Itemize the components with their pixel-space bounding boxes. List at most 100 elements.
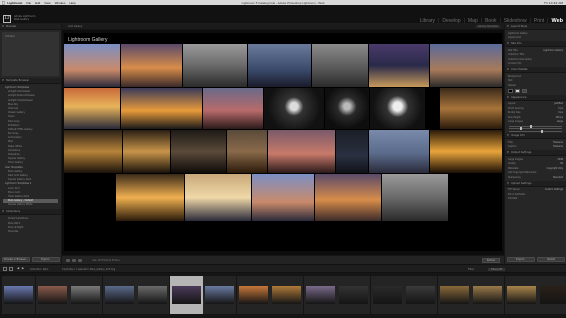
filmstrip-thumbnail[interactable] — [205, 286, 234, 304]
gallery-photo[interactable] — [252, 174, 314, 221]
filmstrip-cell[interactable] — [538, 276, 566, 314]
filmstrip-thumbnail[interactable] — [4, 286, 33, 304]
filmstrip-cell[interactable] — [270, 276, 303, 314]
menu-view[interactable]: View — [44, 1, 50, 5]
gallery-photo[interactable] — [325, 88, 369, 129]
setting-value[interactable]: Copyright Only — [547, 167, 563, 170]
filmstrip-thumbnail[interactable] — [37, 286, 67, 304]
color-swatch[interactable] — [515, 88, 520, 93]
right-section-header[interactable]: ▼ Image Info — [505, 133, 566, 139]
menu-edit[interactable]: Edit — [35, 1, 40, 5]
filmstrip-thumbnail[interactable] — [305, 286, 335, 304]
setting-slider[interactable] — [509, 124, 562, 128]
gallery-photo[interactable] — [370, 88, 425, 129]
setting-row[interactable]: Square Grid — [505, 36, 566, 41]
use-photos-label[interactable]: Use: All Filmstrip Photos — [92, 259, 120, 262]
filmstrip-thumbnail[interactable] — [71, 286, 100, 304]
setting-slider[interactable] — [509, 129, 562, 133]
identity-plate[interactable]: Adobe Lightroom Web Gallery — [14, 15, 35, 21]
menu-window[interactable]: Window — [55, 1, 66, 5]
filmstrip-cell[interactable] — [303, 276, 337, 314]
setting-value[interactable]: Custom Settings — [545, 188, 563, 191]
right-section-header[interactable]: ▼ Layout Style — [505, 24, 566, 30]
forward-arrow-icon[interactable]: ▶ — [21, 267, 25, 271]
setting-value[interactable]: 5 px — [558, 107, 563, 110]
template-item[interactable]: Square Gallery White — [3, 203, 58, 207]
preview-panel-header[interactable]: ▼ Preview — [0, 24, 61, 30]
export-left-button[interactable]: Export... — [32, 257, 60, 262]
setting-row[interactable]: Large Images Large — [505, 120, 566, 125]
right-section-header[interactable]: ▼ Appearance — [505, 94, 566, 101]
gallery-photo[interactable] — [64, 130, 122, 173]
gallery-photo[interactable] — [185, 174, 251, 221]
filmstrip-thumbnail[interactable] — [473, 286, 502, 304]
filmstrip-cell[interactable] — [169, 276, 203, 314]
right-section-header[interactable]: ▼ Color Palette — [505, 67, 566, 73]
filmstrip-cell[interactable] — [35, 276, 69, 314]
filter-dropdown[interactable]: Filters Off — [488, 267, 506, 271]
gallery-photo[interactable] — [430, 130, 502, 173]
gallery-photo[interactable] — [336, 130, 368, 173]
menu-file[interactable]: File — [26, 1, 31, 5]
filmstrip-thumbnail[interactable] — [372, 286, 402, 304]
filmstrip-cell[interactable] — [504, 276, 538, 314]
filmstrip-cell[interactable] — [102, 276, 136, 314]
collection-item[interactable]: Favorites — [3, 230, 58, 234]
setting-row[interactable]: Contact Info — [505, 62, 566, 67]
color-swatch[interactable] — [508, 88, 513, 93]
setting-value[interactable]: 150 px — [555, 116, 563, 119]
setting-row[interactable]: Caption Filename — [505, 145, 566, 150]
filmstrip-cell[interactable] — [236, 276, 270, 314]
upload-button[interactable]: Upload — [537, 257, 565, 262]
gallery-photo[interactable] — [171, 130, 226, 173]
filmstrip-thumbnail[interactable] — [104, 286, 134, 304]
setting-value[interactable]: Justified — [554, 102, 563, 105]
setting-value[interactable]: 90 — [560, 162, 563, 165]
export-button[interactable]: Export... — [507, 257, 535, 262]
filmstrip-thumbnail[interactable] — [439, 286, 469, 304]
center-header-right[interactable]: Gallery Template — [475, 25, 500, 28]
next-icon[interactable] — [78, 259, 82, 262]
color-swatch[interactable] — [522, 88, 527, 93]
gallery-photo[interactable] — [203, 88, 263, 129]
filmstrip-thumbnail[interactable] — [272, 286, 301, 304]
filmstrip-cell[interactable] — [437, 276, 471, 314]
filmstrip-cell[interactable] — [370, 276, 404, 314]
gallery-photo[interactable] — [123, 130, 170, 173]
filmstrip-thumbnail[interactable] — [138, 286, 167, 304]
gallery-photo[interactable] — [312, 44, 368, 87]
gallery-photo[interactable] — [264, 88, 324, 129]
previous-icon[interactable] — [72, 259, 76, 262]
slider-knob[interactable] — [540, 129, 543, 133]
gallery-photo[interactable] — [268, 130, 335, 173]
setting-value[interactable]: Filename — [553, 145, 563, 148]
filmstrip-thumbnail[interactable] — [540, 286, 566, 304]
gallery-photo[interactable] — [116, 174, 184, 221]
filmstrip-thumbnail[interactable] — [406, 286, 435, 304]
setting-slider[interactable] — [509, 127, 562, 130]
setting-value[interactable]: 0 px — [558, 111, 563, 114]
gallery-photo[interactable] — [64, 44, 120, 87]
refresh-button[interactable]: Refresh — [482, 258, 500, 263]
gallery-photo[interactable] — [382, 174, 448, 221]
back-arrow-icon[interactable]: ◀ — [16, 267, 20, 271]
setting-value[interactable]: Standard — [553, 176, 563, 179]
gallery-photo[interactable] — [248, 44, 311, 87]
gallery-title[interactable]: Lightroom Gallery — [68, 37, 107, 43]
setting-value[interactable]: Lightroom Gallery — [543, 49, 563, 52]
filmstrip-cell[interactable] — [471, 276, 504, 314]
first-page-icon[interactable] — [66, 259, 70, 262]
right-section-header[interactable]: ▼ Output Settings — [505, 150, 566, 156]
gallery-photo[interactable] — [430, 44, 502, 87]
gallery-photo[interactable] — [440, 88, 502, 129]
menu-help[interactable]: Help — [69, 1, 75, 5]
filmstrip-thumbnail[interactable] — [171, 286, 201, 304]
gallery-photo[interactable] — [227, 130, 267, 173]
grid-view-icon[interactable] — [9, 267, 13, 271]
filmstrip-cell[interactable] — [404, 276, 437, 314]
filmstrip-cell[interactable] — [69, 276, 102, 314]
filmstrip-thumbnail[interactable] — [506, 286, 536, 304]
filmstrip-thumbnail[interactable] — [238, 286, 268, 304]
gallery-photo[interactable] — [369, 130, 429, 173]
filmstrip-cell[interactable] — [2, 276, 35, 314]
